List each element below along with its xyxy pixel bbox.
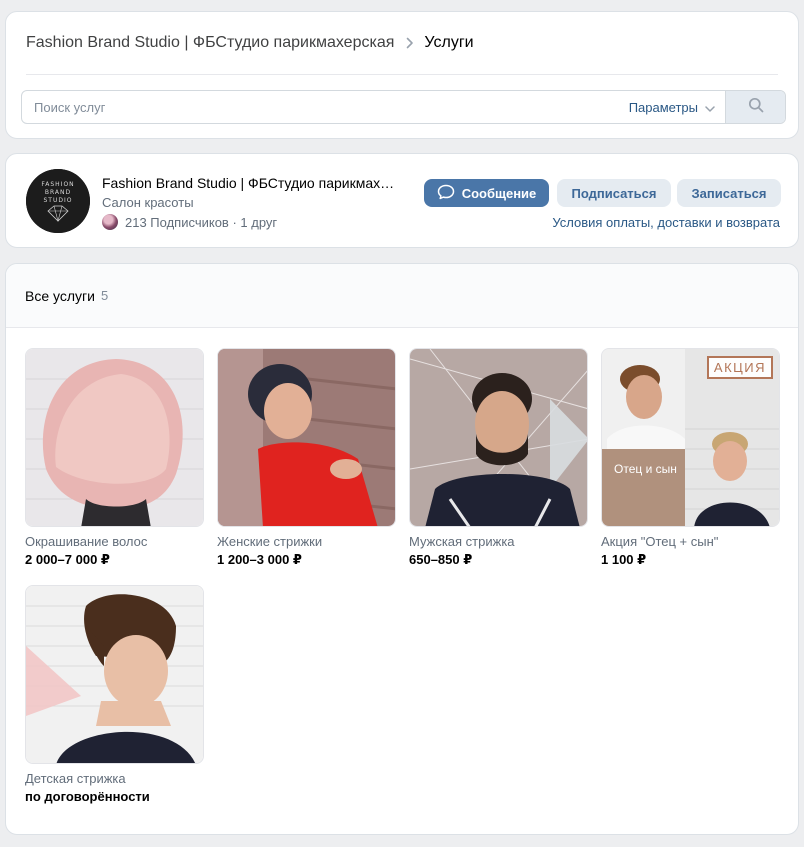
- service-photo[interactable]: [25, 585, 204, 764]
- service-photo[interactable]: [217, 348, 396, 527]
- community-name[interactable]: Fashion Brand Studio | ФБСтудио парикмах…: [102, 175, 398, 191]
- service-name: Детская стрижка: [25, 771, 126, 786]
- service-item-womens-haircuts[interactable]: Женские стрижки 1 200–3 000 ₽: [217, 348, 396, 568]
- header-card: Fashion Brand Studio | ФБСтудио парикмах…: [5, 11, 799, 139]
- community-avatar[interactable]: FASHION BRAND STUDIO: [26, 169, 90, 233]
- message-bubble-icon: [437, 184, 455, 203]
- breadcrumb-community-link[interactable]: Fashion Brand Studio | ФБСтудио парикмах…: [26, 34, 394, 52]
- service-item-kids-haircut[interactable]: Детская стрижка по договорённости: [25, 585, 204, 804]
- service-name: Акция "Отец + сын": [601, 534, 719, 549]
- promo-caption: Отец и сын: [614, 462, 677, 476]
- service-item-father-son-promo[interactable]: АКЦИЯ Отец и сын Акция "Отец + сын" 1 10…: [601, 348, 780, 568]
- chevron-right-icon: [406, 37, 414, 49]
- logo-text-2: BRAND: [45, 189, 71, 196]
- subscribe-button[interactable]: Подписаться: [557, 179, 671, 207]
- service-name: Мужская стрижка: [409, 534, 515, 549]
- message-button[interactable]: Сообщение: [424, 179, 549, 207]
- service-price: 2 000–7 000 ₽: [25, 552, 110, 567]
- chevron-down-icon: [705, 100, 715, 115]
- service-photo[interactable]: [409, 348, 588, 527]
- terms-link[interactable]: Условия оплаты, доставки и возврата: [552, 215, 780, 230]
- search-button[interactable]: [725, 91, 785, 123]
- service-price: 1 200–3 000 ₽: [217, 552, 302, 567]
- breadcrumb-current: Услуги: [424, 34, 474, 51]
- book-button[interactable]: Записаться: [677, 179, 781, 207]
- message-button-label: Сообщение: [461, 185, 537, 201]
- services-header: Все услуги 5: [6, 264, 798, 328]
- promo-badge: АКЦИЯ: [706, 356, 773, 379]
- service-item-hair-coloring[interactable]: Окрашивание волос 2 000–7 000 ₽: [25, 348, 204, 568]
- services-title: Все услуги: [25, 287, 95, 304]
- friend-avatar: [102, 214, 118, 230]
- service-price: 650–850 ₽: [409, 552, 473, 567]
- logo-text-1: FASHION: [41, 181, 74, 188]
- params-label: Параметры: [628, 99, 698, 115]
- community-category: Салон красоты: [102, 195, 194, 210]
- search-bar: Параметры: [21, 90, 786, 124]
- services-card: Все услуги 5 Окрашивание волос 2 000–7 0…: [5, 263, 799, 835]
- service-price: 1 100 ₽: [601, 552, 647, 567]
- service-item-mens-haircut[interactable]: Мужская стрижка 650–850 ₽: [409, 348, 588, 568]
- service-name: Окрашивание волос: [25, 534, 148, 549]
- service-photo[interactable]: АКЦИЯ Отец и сын: [601, 348, 780, 527]
- params-dropdown[interactable]: Параметры: [621, 91, 725, 123]
- search-input[interactable]: [22, 91, 621, 123]
- community-card: FASHION BRAND STUDIO Fashion Brand Studi…: [5, 153, 799, 248]
- logo-text-3: STUDIO: [44, 197, 73, 204]
- subscribers-count: 213 Подписчиков · 1 друг: [125, 214, 278, 230]
- service-name: Женские стрижки: [217, 534, 323, 549]
- services-count: 5: [100, 288, 109, 303]
- divider: [26, 74, 778, 75]
- service-photo[interactable]: [25, 348, 204, 527]
- service-price: по договорённости: [25, 789, 150, 804]
- search-icon: [748, 97, 764, 118]
- subscribers-info[interactable]: 213 Подписчиков · 1 друг: [102, 214, 277, 230]
- breadcrumb: Fashion Brand Studio | ФБСтудио парикмах…: [26, 34, 474, 52]
